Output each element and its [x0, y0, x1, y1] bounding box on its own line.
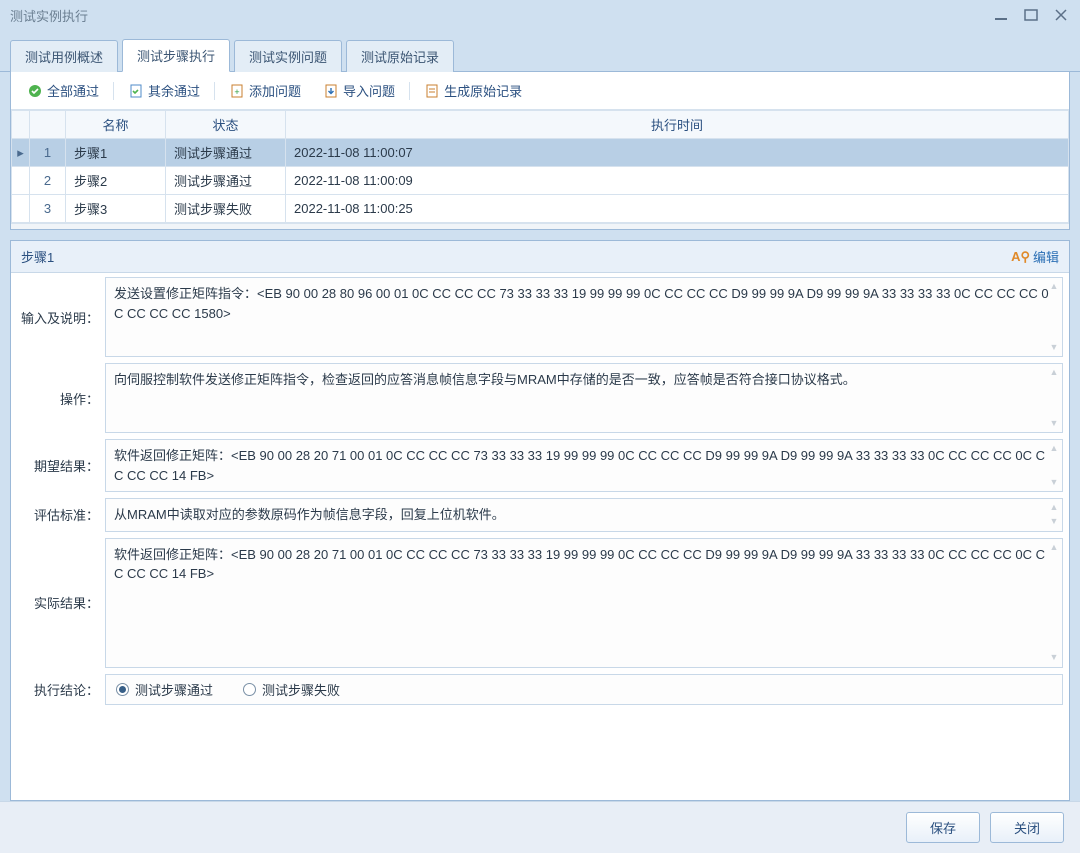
- step-detail-panel: 步骤1 A⚲ 编辑 输入及说明： 发送设置修正矩阵指令：<EB 90 00 28…: [10, 240, 1070, 801]
- row-criteria: 评估标准： 从MRAM中读取对应的参数原码作为帧信息字段，回复上位机软件。 ▲▼: [17, 498, 1063, 532]
- cell-name: 步骤1: [66, 139, 166, 167]
- row-num: 3: [30, 195, 66, 223]
- label-actual: 实际结果：: [17, 589, 105, 616]
- row-input-desc: 输入及说明： 发送设置修正矩阵指令：<EB 90 00 28 80 96 00 …: [17, 277, 1063, 357]
- maximize-button[interactable]: [1022, 8, 1040, 22]
- label-expected: 期望结果：: [17, 452, 105, 479]
- radio-icon: [243, 683, 256, 696]
- field-scrollbar[interactable]: ▲▼: [1048, 280, 1060, 354]
- row-conclusion: 执行结论： 测试步骤通过 测试步骤失败: [17, 674, 1063, 705]
- field-conclusion: 测试步骤通过 测试步骤失败: [105, 674, 1063, 705]
- cell-time: 2022-11-08 11:00:09: [286, 167, 1069, 195]
- step-table: 名称 状态 执行时间 ▸ 1 步骤1 测试步骤通过 2022-11-08 11:…: [11, 110, 1069, 223]
- row-marker: ▸: [12, 139, 30, 167]
- field-actual[interactable]: 软件返回修正矩阵：<EB 90 00 28 20 71 00 01 0C CC …: [105, 538, 1063, 668]
- radio-icon: [116, 683, 129, 696]
- col-time[interactable]: 执行时间: [286, 111, 1069, 139]
- close-button[interactable]: [1052, 8, 1070, 22]
- check-circle-icon: [27, 83, 43, 99]
- cell-time: 2022-11-08 11:00:25: [286, 195, 1069, 223]
- maximize-icon: [1024, 9, 1038, 21]
- tab-bar: 测试用例概述 测试步骤执行 测试实例问题 测试原始记录: [0, 30, 1080, 72]
- row-num: 1: [30, 139, 66, 167]
- field-scrollbar[interactable]: ▲▼: [1048, 541, 1060, 665]
- cell-name: 步骤2: [66, 167, 166, 195]
- field-scrollbar[interactable]: ▲▼: [1048, 442, 1060, 489]
- col-rownum: [30, 111, 66, 139]
- tab-step-exec[interactable]: 测试步骤执行: [122, 39, 230, 72]
- check-doc-icon: [128, 83, 144, 99]
- toolbar: 全部通过 其余通过 + 添加问题 导入问题: [11, 72, 1069, 110]
- import-doc-icon: [323, 83, 339, 99]
- row-marker: [12, 195, 30, 223]
- minimize-icon: [994, 9, 1008, 21]
- cell-name: 步骤3: [66, 195, 166, 223]
- window-controls: [992, 8, 1070, 22]
- row-actual: 实际结果： 软件返回修正矩阵：<EB 90 00 28 20 71 00 01 …: [17, 538, 1063, 668]
- detail-header: 步骤1 A⚲ 编辑: [11, 241, 1069, 273]
- row-expected: 期望结果： 软件返回修正矩阵：<EB 90 00 28 20 71 00 01 …: [17, 439, 1063, 492]
- app-window: 测试实例执行 测试用例概述 测试步骤执行 测试实例问题 测试原始记录 全部通过: [0, 0, 1080, 853]
- add-issue-button[interactable]: + 添加问题: [221, 78, 309, 103]
- detail-form: 输入及说明： 发送设置修正矩阵指令：<EB 90 00 28 80 96 00 …: [11, 273, 1069, 800]
- table-row[interactable]: 3 步骤3 测试步骤失败 2022-11-08 11:00:25: [12, 195, 1069, 223]
- dialog-footer: 保存 关闭: [0, 801, 1080, 853]
- field-operation[interactable]: 向伺服控制软件发送修正矩阵指令，检查返回的应答消息帧信息字段与MRAM中存储的是…: [105, 363, 1063, 433]
- pass-all-button[interactable]: 全部通过: [19, 78, 107, 103]
- row-num: 2: [30, 167, 66, 195]
- cell-status: 测试步骤通过: [166, 139, 286, 167]
- label-input-desc: 输入及说明：: [17, 304, 105, 331]
- table-row[interactable]: ▸ 1 步骤1 测试步骤通过 2022-11-08 11:00:07: [12, 139, 1069, 167]
- save-button[interactable]: 保存: [906, 812, 980, 843]
- tab-overview[interactable]: 测试用例概述: [10, 40, 118, 72]
- table-header-row: 名称 状态 执行时间: [12, 111, 1069, 139]
- field-criteria[interactable]: 从MRAM中读取对应的参数原码作为帧信息字段，回复上位机软件。 ▲▼: [105, 498, 1063, 532]
- add-doc-icon: +: [229, 83, 245, 99]
- label-conclusion: 执行结论：: [17, 676, 105, 703]
- label-criteria: 评估标准：: [17, 501, 105, 528]
- row-marker: [12, 167, 30, 195]
- col-status[interactable]: 状态: [166, 111, 286, 139]
- detail-step-title: 步骤1: [21, 247, 1011, 266]
- separator: [113, 82, 114, 100]
- field-expected[interactable]: 软件返回修正矩阵：<EB 90 00 28 20 71 00 01 0C CC …: [105, 439, 1063, 492]
- title-bar: 测试实例执行: [0, 0, 1080, 30]
- table-resize-handle[interactable]: [11, 223, 1069, 229]
- cell-time: 2022-11-08 11:00:07: [286, 139, 1069, 167]
- field-input-desc[interactable]: 发送设置修正矩阵指令：<EB 90 00 28 80 96 00 01 0C C…: [105, 277, 1063, 357]
- col-name[interactable]: 名称: [66, 111, 166, 139]
- cell-status: 测试步骤通过: [166, 167, 286, 195]
- pass-rest-button[interactable]: 其余通过: [120, 78, 208, 103]
- field-scrollbar[interactable]: ▲▼: [1048, 366, 1060, 430]
- close-icon: [1054, 9, 1068, 21]
- import-issue-button[interactable]: 导入问题: [315, 78, 403, 103]
- edit-icon: A⚲: [1011, 249, 1030, 265]
- tab-issues[interactable]: 测试实例问题: [234, 40, 342, 72]
- cell-status: 测试步骤失败: [166, 195, 286, 223]
- step-list-pane: 全部通过 其余通过 + 添加问题 导入问题: [10, 72, 1070, 230]
- table-row[interactable]: 2 步骤2 测试步骤通过 2022-11-08 11:00:09: [12, 167, 1069, 195]
- gen-raw-button[interactable]: 生成原始记录: [416, 78, 530, 103]
- raw-doc-icon: [424, 83, 440, 99]
- radio-fail[interactable]: 测试步骤失败: [243, 680, 340, 699]
- window-title: 测试实例执行: [10, 6, 992, 25]
- field-scrollbar[interactable]: ▲▼: [1048, 501, 1060, 529]
- row-operation: 操作： 向伺服控制软件发送修正矩阵指令，检查返回的应答消息帧信息字段与MRAM中…: [17, 363, 1063, 433]
- separator: [214, 82, 215, 100]
- close-dialog-button[interactable]: 关闭: [990, 812, 1064, 843]
- col-indicator: [12, 111, 30, 139]
- svg-text:+: +: [234, 87, 239, 97]
- label-operation: 操作：: [17, 385, 105, 412]
- radio-pass[interactable]: 测试步骤通过: [116, 680, 213, 699]
- minimize-button[interactable]: [992, 8, 1010, 22]
- edit-link[interactable]: A⚲ 编辑: [1011, 247, 1059, 266]
- separator: [409, 82, 410, 100]
- tab-raw-log[interactable]: 测试原始记录: [346, 40, 454, 72]
